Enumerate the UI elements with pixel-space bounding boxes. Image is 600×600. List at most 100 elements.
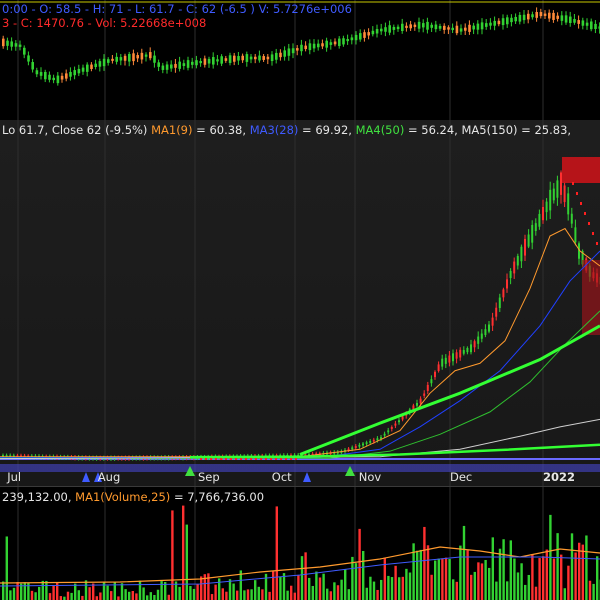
volume-bar (527, 574, 530, 600)
support-dot (200, 458, 202, 460)
volume-bar (77, 590, 80, 600)
index-candle (65, 73, 68, 79)
index-candle (35, 70, 39, 75)
volume-bar (560, 554, 563, 600)
index-candle (300, 44, 303, 52)
price-candle (423, 393, 426, 396)
price-candle (358, 444, 361, 447)
index-candle (195, 60, 198, 66)
index-candle (514, 16, 517, 22)
index-candle (317, 43, 320, 48)
price-legend-segment: MA4(50) (355, 123, 405, 137)
index-candle (409, 24, 412, 29)
index-candle (417, 21, 421, 29)
price-chart (0, 120, 600, 486)
index-candle (380, 28, 383, 32)
volume-bar (167, 594, 170, 600)
price-candle (477, 336, 480, 344)
volume-bar (326, 588, 329, 600)
volume-bar (380, 579, 383, 600)
volume-bar (34, 592, 37, 600)
index-candle (350, 37, 354, 41)
projection-dot (572, 182, 574, 185)
volume-bar (480, 563, 484, 600)
index-candle (266, 56, 270, 60)
index-candle (384, 27, 387, 32)
price-candle (376, 438, 379, 441)
price-candle (549, 189, 552, 211)
support-dot (290, 458, 292, 460)
price-candle (459, 349, 462, 358)
price-legend-segment: = 56.24, (404, 123, 462, 137)
volume-bar (23, 582, 26, 600)
support-dot (220, 458, 222, 460)
volume-bar (246, 589, 250, 600)
price-candle (394, 423, 397, 426)
price-candle (462, 350, 465, 354)
index-candle (430, 24, 433, 28)
volume-bar (149, 592, 152, 600)
support-dot (260, 458, 262, 460)
price-legend-segment: = 69.92, (298, 123, 356, 137)
price-candle (534, 223, 537, 231)
index-candle (186, 60, 190, 68)
volume-bar (228, 579, 232, 600)
volume-bar (135, 593, 138, 600)
volume-bar (182, 505, 185, 600)
price-legend-segment: MA5(150) (461, 123, 518, 137)
projection-dot (588, 222, 590, 225)
index-candle (476, 23, 480, 30)
index-candle (170, 64, 173, 69)
volume-bar (268, 591, 271, 600)
volume-bar (459, 545, 462, 600)
index-candle (161, 65, 165, 70)
volume-bar (502, 539, 505, 600)
volume-bar (419, 549, 422, 600)
volume-bar (41, 580, 44, 600)
buy-arrow-marker (303, 472, 311, 482)
index-candle (165, 64, 169, 70)
index-candle (90, 64, 93, 70)
volume-bar (12, 587, 16, 600)
support-dot (225, 458, 227, 460)
volume-bar (423, 526, 426, 600)
volume-bar (437, 558, 440, 600)
volume-bar (261, 589, 264, 600)
index-candle (325, 40, 328, 48)
price-candle (570, 213, 573, 224)
index-candle (485, 23, 488, 27)
price-candle (563, 185, 566, 203)
index-candle (594, 23, 597, 29)
volume-bar (146, 595, 149, 600)
volume-bar (426, 545, 430, 600)
volume-bar (200, 576, 203, 600)
index-candle (182, 63, 186, 67)
volume-bar (128, 591, 131, 600)
index-candle (27, 55, 30, 62)
volume-bar (117, 596, 120, 600)
volume-bar (376, 589, 379, 600)
volume-bar (552, 558, 556, 600)
volume-bar (470, 574, 473, 600)
volume-bar (592, 583, 595, 600)
price-candle (419, 398, 422, 404)
volume-bar (394, 565, 397, 600)
index-candle (174, 63, 177, 68)
volume-bar (88, 587, 91, 600)
volume-bar (254, 580, 257, 600)
volume-bar (534, 586, 538, 600)
price-candle (491, 317, 494, 326)
index-candle (254, 56, 257, 60)
index-candle (468, 24, 471, 32)
index-candle (107, 59, 110, 63)
volume-bar (250, 589, 253, 600)
index-candle (77, 68, 81, 74)
volume-bar (120, 583, 124, 600)
index-candle (94, 63, 97, 68)
volume-bar (513, 558, 516, 600)
price-legend-segment: = 25.83, (517, 123, 572, 137)
x-label-2022: 2022 (543, 470, 576, 484)
volume-bar (477, 562, 480, 600)
x-label-nov: Nov (358, 470, 382, 484)
volume-bar (484, 559, 487, 600)
